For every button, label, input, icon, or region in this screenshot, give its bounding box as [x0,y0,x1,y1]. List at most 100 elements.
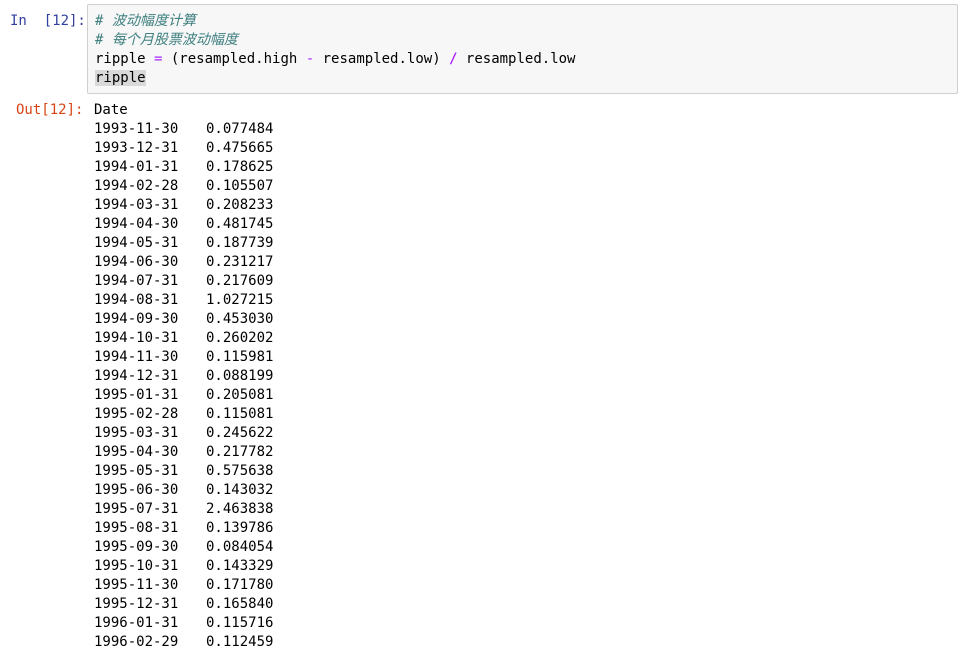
output-index-name: Date [94,102,128,118]
code-line-comment-1: # 波动幅度计算 [95,13,196,29]
output-row-value: 0.205081 [206,387,274,403]
output-row-date: 1995-07-31 [94,501,179,517]
output-row: 1995-01-31 0.205081 [94,386,954,405]
output-row-date: 1996-02-29 [94,634,179,650]
input-prompt: In [12]: [10,13,86,29]
output-row: 1994-09-30 0.453030 [94,310,954,329]
output-row: 1995-12-31 0.165840 [94,595,954,614]
output-row-value: 0.481745 [206,216,274,232]
output-row-date: 1995-06-30 [94,482,179,498]
output-row-value: 0.165840 [206,596,274,612]
output-row-date: 1995-11-30 [94,577,179,593]
output-row: 1994-06-30 0.231217 [94,253,954,272]
output-area: Date 1993-11-30 0.077484 1993-12-31 0.47566… [94,101,954,652]
code-token-highlighted: ripple [95,70,146,86]
output-row: 1995-05-31 0.575638 [94,462,954,481]
code-token: resampled.low [457,51,576,67]
output-row: 1994-04-30 0.481745 [94,215,954,234]
output-row: 1994-10-31 0.260202 [94,329,954,348]
output-row-value: 0.171780 [206,577,274,593]
output-row: 1995-07-31 2.463838 [94,500,954,519]
output-row-date: 1993-12-31 [94,140,179,156]
output-row-value: 0.077484 [206,121,274,137]
output-row-value: 0.115081 [206,406,274,422]
output-row: 1995-04-30 0.217782 [94,443,954,462]
output-row-date: 1995-09-30 [94,539,179,555]
output-row-value: 0.105507 [206,178,274,194]
output-row-date: 1995-10-31 [94,558,179,574]
output-row-value: 0.084054 [206,539,274,555]
output-row-value: 0.139786 [206,520,274,536]
output-row: 1994-08-31 1.027215 [94,291,954,310]
output-row: 1995-06-30 0.143032 [94,481,954,500]
output-row-date: 1994-02-28 [94,178,179,194]
output-row-date: 1995-08-31 [94,520,179,536]
output-row-date: 1995-01-31 [94,387,179,403]
output-row: 1994-02-28 0.105507 [94,177,954,196]
output-row-value: 0.178625 [206,159,274,175]
output-row: 1995-02-28 0.115081 [94,405,954,424]
output-row: 1993-11-30 0.077484 [94,120,954,139]
output-prompt: Out[12]: [16,102,84,118]
output-row: 1994-11-30 0.115981 [94,348,954,367]
output-row-date: 1995-05-31 [94,463,179,479]
output-row-date: 1994-05-31 [94,235,179,251]
output-row: 1996-01-31 0.115716 [94,614,954,633]
code-line-comment-2: # 每个月股票波动幅度 [95,32,238,48]
output-row-value: 0.088199 [206,368,274,384]
output-row: 1995-03-31 0.245622 [94,424,954,443]
output-row-value: 2.463838 [206,501,274,517]
output-row: 1995-10-31 0.143329 [94,557,954,576]
output-row-date: 1995-04-30 [94,444,179,460]
code-operator-minus: - [305,51,315,67]
output-row-value: 0.245622 [206,425,274,441]
output-row-date: 1995-03-31 [94,425,179,441]
output-row-date: 1994-07-31 [94,273,179,289]
code-token: ripple [95,51,155,67]
output-row-date: 1995-02-28 [94,406,179,422]
output-row: 1994-01-31 0.178625 [94,158,954,177]
output-row-date: 1994-06-30 [94,254,179,270]
output-row-date: 1994-03-31 [94,197,179,213]
output-row-date: 1994-01-31 [94,159,179,175]
output-row-value: 0.453030 [206,311,274,327]
output-row-value: 1.027215 [206,292,274,308]
output-row-value: 0.112459 [206,634,274,650]
input-cell[interactable]: In [12]: # 波动幅度计算 # 每个月股票波动幅度 ripple = (… [0,0,960,96]
output-row: 1993-12-31 0.475665 [94,139,954,158]
output-row-value: 0.475665 [206,140,274,156]
output-row-date: 1994-09-30 [94,311,179,327]
output-row-date: 1994-11-30 [94,349,179,365]
output-row-date: 1994-08-31 [94,292,179,308]
output-rows: 1993-11-30 0.077484 1993-12-31 0.475665 1994… [94,120,954,652]
output-row-value: 0.217609 [206,273,274,289]
output-row: 1996-02-29 0.112459 [94,633,954,652]
output-row-date: 1995-12-31 [94,596,179,612]
output-row-value: 0.187739 [206,235,274,251]
code-line-ripple: ripple [95,69,957,88]
output-row: 1995-09-30 0.084054 [94,538,954,557]
output-row-value: 0.115716 [206,615,274,631]
output-row-value: 0.143032 [206,482,274,498]
code-token: (resampled.high [162,51,306,67]
output-row-date: 1994-04-30 [94,216,179,232]
output-row: 1995-08-31 0.139786 [94,519,954,538]
code-editor[interactable]: # 波动幅度计算 # 每个月股票波动幅度 ripple = (resampled… [87,4,958,94]
code-line-assignment: ripple = (resampled.high - resampled.low… [95,50,957,69]
output-row-value: 0.208233 [206,197,274,213]
output-row-date: 1996-01-31 [94,615,179,631]
output-row: 1995-11-30 0.171780 [94,576,954,595]
output-row: 1994-03-31 0.208233 [94,196,954,215]
output-row-value: 0.260202 [206,330,274,346]
output-row-date: 1994-10-31 [94,330,179,346]
output-row: 1994-07-31 0.217609 [94,272,954,291]
output-row-date: 1993-11-30 [94,121,179,137]
output-row-date: 1994-12-31 [94,368,179,384]
output-row-value: 0.231217 [206,254,274,270]
output-row-value: 0.115981 [206,349,274,365]
output-row-value: 0.143329 [206,558,274,574]
code-token: resampled.low) [314,51,450,67]
output-row-value: 0.217782 [206,444,274,460]
output-row-value: 0.575638 [206,463,274,479]
output-row: 1994-05-31 0.187739 [94,234,954,253]
